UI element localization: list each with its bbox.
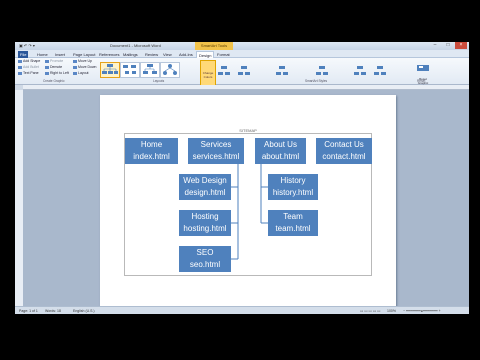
move-up-button[interactable]: Move Up <box>73 59 92 64</box>
hierarchy-layout-icon <box>123 65 136 74</box>
node-history[interactable]: History history.html <box>268 174 318 200</box>
tab-format[interactable]: Format <box>215 51 232 58</box>
view-buttons[interactable]: ▭ ▭ ▭ ▭ ▭ <box>360 308 380 314</box>
reset-graphic-icon <box>417 65 429 71</box>
close-button[interactable]: × <box>455 42 467 49</box>
tab-view[interactable]: View <box>161 51 174 58</box>
ribbon-tab-row: File Home Insert Page Layout References … <box>15 50 469 59</box>
smartart-style-4[interactable] <box>315 64 329 76</box>
document-area: SITEMAP Home index.html Services service… <box>23 90 469 308</box>
style-thumbnail-icon <box>218 66 230 75</box>
language-indicator[interactable]: English (U.S.) <box>73 308 95 314</box>
layout-hierarchy-4[interactable] <box>160 62 180 78</box>
style-thumbnail-icon <box>316 66 328 75</box>
layout-hierarchy-2[interactable] <box>120 62 140 78</box>
reset-group-label: Reset <box>417 79 426 83</box>
smartart-frame[interactable]: Home index.html Services services.html A… <box>124 133 372 276</box>
window-title: Document1 - Microsoft Word <box>110 43 161 48</box>
node-team[interactable]: Team team.html <box>268 210 318 236</box>
status-bar: Page: 1 of 1 Words: 18 English (U.S.) ▭ … <box>15 306 469 314</box>
move-down-icon <box>73 65 77 69</box>
page-count[interactable]: Page: 1 of 1 <box>19 308 38 314</box>
layout-button[interactable]: Layout <box>73 71 89 76</box>
maximize-button[interactable]: □ <box>442 42 454 49</box>
demote-button[interactable]: Demote <box>45 65 62 70</box>
word-count[interactable]: Words: 18 <box>45 308 61 314</box>
tab-add-ins[interactable]: Add-Ins <box>177 51 195 58</box>
minimize-button[interactable]: – <box>429 42 441 49</box>
smartart-style-2[interactable] <box>237 64 251 76</box>
smartart-style-3[interactable] <box>275 64 289 76</box>
node-about-us[interactable]: About Us about.html <box>255 138 306 164</box>
node-home[interactable]: Home index.html <box>125 138 178 164</box>
create-graphic-group-label: Create Graphic <box>43 79 65 83</box>
demote-icon <box>45 65 49 69</box>
zoom-slider[interactable]: − ━━━━━━━●━━━━━━━ + <box>403 308 441 314</box>
smartart-style-5[interactable] <box>353 64 367 76</box>
text-pane-button[interactable]: Text Pane <box>18 71 39 76</box>
hierarchy-layout-icon <box>143 64 157 74</box>
style-thumbnail-icon <box>354 66 366 75</box>
style-thumbnail-icon <box>374 66 386 75</box>
promote-icon <box>45 59 49 63</box>
layout-icon <box>73 71 77 75</box>
smartart-style-1[interactable] <box>217 64 231 76</box>
layout-hierarchy-1[interactable] <box>100 62 120 78</box>
ribbon: Add Shape Add Bullet Text Pane Promote D… <box>15 58 469 92</box>
tab-file[interactable]: File <box>18 51 29 58</box>
style-thumbnail-icon <box>238 66 250 75</box>
right-to-left-button[interactable]: Right to Left <box>45 71 69 76</box>
smartart-styles-group-label: SmartArt Styles <box>305 79 328 83</box>
tab-home[interactable]: Home <box>35 51 50 58</box>
add-bullet-icon <box>18 65 22 69</box>
layouts-group-label: Layouts <box>153 79 165 83</box>
title-bar: ▣ ↶ ↷ ▾ Document1 - Microsoft Word Smart… <box>15 42 469 50</box>
zoom-level[interactable]: 100% <box>387 308 396 314</box>
add-bullet-button[interactable]: Add Bullet <box>18 65 39 70</box>
text-pane-icon <box>18 71 22 75</box>
add-shape-icon <box>18 59 22 63</box>
word-window: ▣ ↶ ↷ ▾ Document1 - Microsoft Word Smart… <box>15 42 469 314</box>
tab-page-layout[interactable]: Page Layout <box>71 51 97 58</box>
node-seo[interactable]: SEO seo.html <box>179 246 231 272</box>
hierarchy-layout-icon <box>102 64 118 74</box>
tab-mailings[interactable]: Mailings <box>121 51 140 58</box>
smartart-style-6[interactable] <box>373 64 387 76</box>
tab-insert[interactable]: Insert <box>53 51 67 58</box>
node-contact-us[interactable]: Contact Us contact.html <box>316 138 372 164</box>
node-hosting[interactable]: Hosting hosting.html <box>179 210 231 236</box>
tab-references[interactable]: References <box>97 51 121 58</box>
add-shape-button[interactable]: Add Shape <box>18 59 40 64</box>
reset-graphic-button[interactable]: Reset Graphic <box>415 60 431 84</box>
vertical-ruler[interactable] <box>15 90 23 306</box>
quick-access-toolbar[interactable]: ▣ ↶ ↷ ▾ <box>19 42 35 50</box>
promote-button[interactable]: Promote <box>45 59 63 64</box>
right-to-left-icon <box>45 71 49 75</box>
tab-review[interactable]: Review <box>143 51 160 58</box>
move-up-icon <box>73 59 77 63</box>
move-down-button[interactable]: Move Down <box>73 65 96 70</box>
smartart-tools-context-label: SmartArt Tools <box>195 42 233 50</box>
node-services[interactable]: Services services.html <box>188 138 244 164</box>
hierarchy-layout-icon <box>163 64 177 75</box>
node-web-design[interactable]: Web Design design.html <box>179 174 231 200</box>
document-page[interactable]: SITEMAP Home index.html Services service… <box>100 95 396 308</box>
style-thumbnail-icon <box>276 66 288 75</box>
layout-hierarchy-3[interactable] <box>140 62 160 78</box>
